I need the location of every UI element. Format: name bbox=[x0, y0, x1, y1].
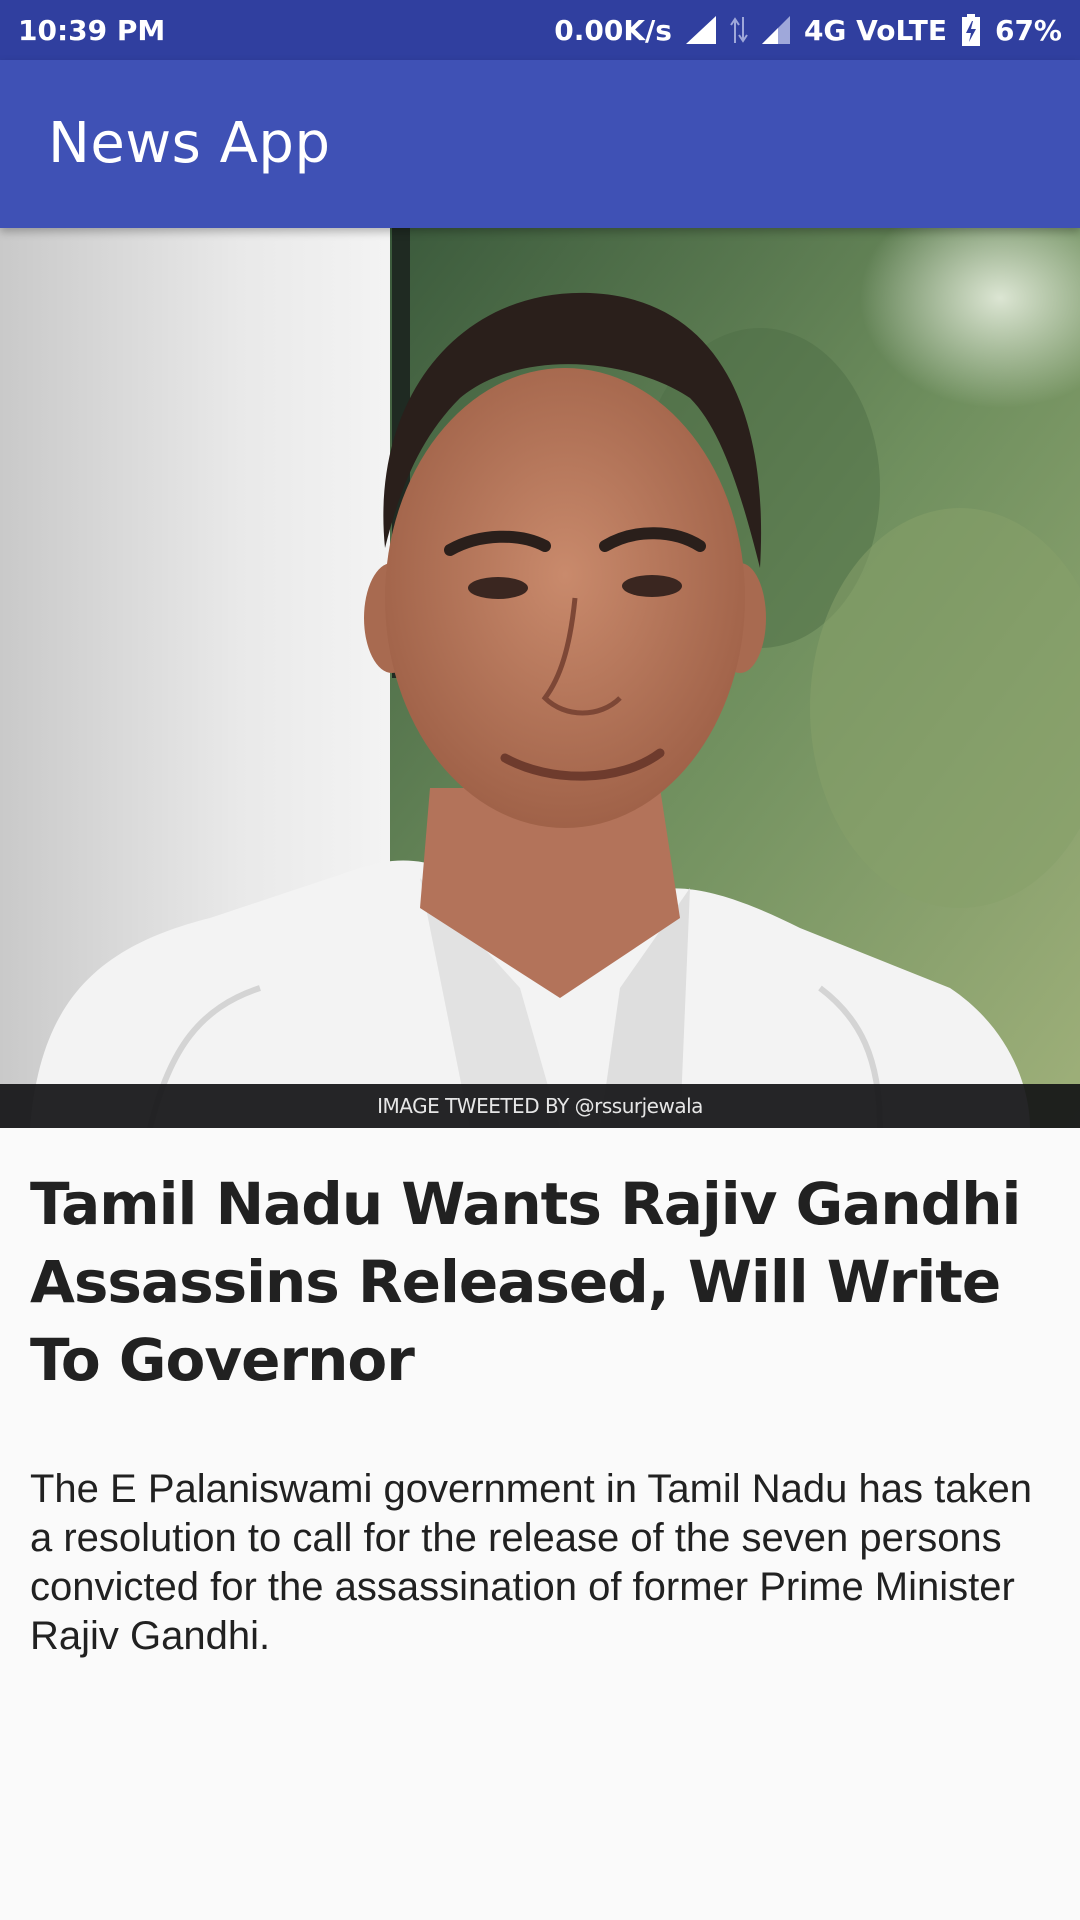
news-article-screen: 10:39 PM 0.00K/s 4G VoLTE 67% News App I… bbox=[0, 0, 1080, 1920]
data-arrows-icon bbox=[730, 15, 748, 45]
app-title: News App bbox=[48, 111, 331, 176]
signal-icon bbox=[761, 16, 790, 44]
app-bar: News App bbox=[0, 60, 1080, 228]
status-indicators: 0.00K/s 4G VoLTE 67% bbox=[554, 14, 1062, 47]
battery-percent: 67% bbox=[994, 13, 1062, 47]
status-time: 10:39 PM bbox=[18, 13, 166, 47]
status-bar: 10:39 PM 0.00K/s 4G VoLTE 67% bbox=[0, 0, 1080, 60]
signal-icon bbox=[685, 16, 716, 44]
battery-charging-icon bbox=[961, 14, 981, 46]
portrait-photo bbox=[0, 228, 1080, 1128]
article-image[interactable]: IMAGE TWEETED BY @rssurjewala bbox=[0, 228, 1080, 1128]
article-headline[interactable]: Tamil Nadu Wants Rajiv Gandhi Assassins … bbox=[30, 1165, 1050, 1399]
article-summary: The E Palaniswami government in Tamil Na… bbox=[30, 1467, 1032, 1658]
image-caption: IMAGE TWEETED BY @rssurjewala bbox=[0, 1084, 1080, 1128]
network-type: 4G VoLTE bbox=[803, 13, 947, 47]
network-speed: 0.00K/s bbox=[554, 13, 672, 47]
